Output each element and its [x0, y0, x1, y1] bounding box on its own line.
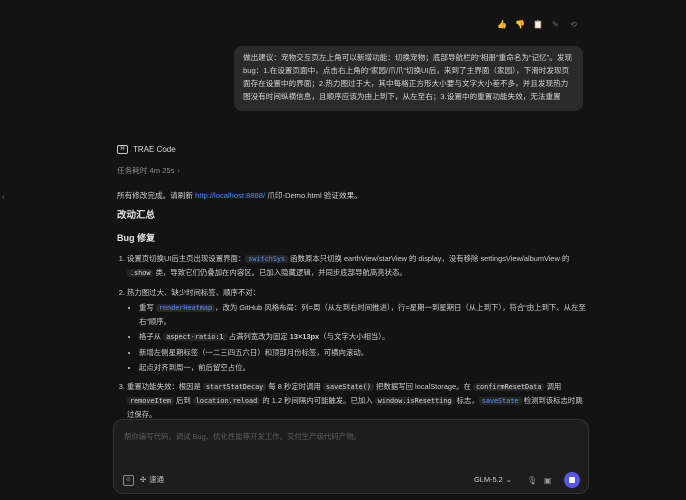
chat-composer: ⊘ ✣ 速通 GLM-5.2 ⌄ 🎙 ▣	[113, 419, 589, 494]
retry-icon[interactable]: ⟲	[569, 20, 578, 29]
item-text: 的 1.2 秒间隔内可能触发。已加入	[260, 396, 375, 406]
inline-code: .show	[127, 269, 154, 278]
speed-icon: ✣	[140, 475, 147, 484]
microphone-icon[interactable]: 🎙	[527, 475, 537, 487]
item-text: 新增左侧星期标签（一二三四五六日）和顶部月份标签，可横向滚动。	[139, 348, 369, 358]
chevron-down-icon: ⌄	[505, 475, 512, 484]
item-text: 设置页切换UI后主页出现设置界面：	[127, 254, 246, 264]
inline-code: aspect-ratio:1	[163, 333, 227, 342]
sub-list-item: 新增左侧星期标签（一二三四五六日）和顶部月份标签，可横向滚动。	[139, 346, 587, 359]
user-message-bubble: 做出建议：宠物交互页左上角可以新增功能：切换宠物；底部导航栏的“相册”重命名为“…	[234, 46, 583, 111]
inline-code: switchSys	[245, 255, 289, 264]
inline-code: location.reload	[192, 397, 261, 406]
item-text: 格子从	[139, 332, 164, 342]
inline-code: saveState()	[322, 383, 374, 392]
item-text: 重置功能失效：根因是	[127, 382, 203, 392]
sub-list-item: 重写 renderHeatmap，改为 GitHub 风格布局：列=周（从左到右…	[139, 301, 587, 328]
summary-heading: 改动汇总	[117, 209, 156, 221]
sub-list: 重写 renderHeatmap，改为 GitHub 风格布局：列=周（从左到右…	[127, 301, 587, 374]
image-icon[interactable]: ▣	[544, 475, 552, 487]
inline-code: renderHeatmap	[155, 304, 216, 313]
fix-list: 设置页切换UI后主页出现设置界面：switchSys 函数原本只切换 earth…	[117, 252, 587, 421]
item-text: 函数原本只切换 earthView/starView 的 display，没有移…	[288, 254, 570, 264]
edit-icon[interactable]: ✎	[551, 20, 560, 29]
list-item: 设置页切换UI后主页出现设置界面：switchSys 函数原本只切换 earth…	[127, 252, 587, 280]
collapse-chevron-icon[interactable]: ‹	[2, 191, 5, 203]
thumbs-up-icon[interactable]: 👍	[497, 20, 507, 29]
item-text: 调用	[544, 382, 562, 392]
agent-name: TRAE Code	[133, 145, 176, 154]
item-text: 标志，	[454, 396, 479, 406]
item-text: 每 8 秒定时调用	[266, 382, 323, 392]
item-text: 后到	[173, 396, 193, 406]
inline-code: window.isResetting	[374, 397, 455, 406]
model-selector[interactable]: GLM-5.2 ⌄	[474, 475, 512, 486]
stop-button[interactable]	[564, 472, 580, 488]
completion-prefix: 所有修改完成。请刷新	[117, 190, 196, 200]
inline-code: confirmResetData	[472, 383, 545, 392]
item-text: 重写	[139, 303, 156, 313]
inline-code: startStatDecay	[202, 383, 267, 392]
bug-fix-heading: Bug 修复	[117, 233, 155, 244]
thumbs-down-icon[interactable]: 👎	[515, 20, 525, 29]
list-item: 热力图过大、缺少时间标签、顺序不对： 重写 renderHeatmap，改为 G…	[127, 286, 587, 374]
stop-icon	[569, 477, 575, 483]
sub-list-item: 起点对齐到周一，前后留空占位。	[139, 361, 587, 374]
message-actions: 👍 👎 📋 ✎ ⟲	[497, 20, 578, 29]
item-text: 类，导致它们仍叠加在内容区。已加入隐藏逻辑，并同步底部导航高亮状态。	[153, 268, 407, 278]
copy-icon[interactable]: 📋	[533, 20, 543, 29]
task-duration-text: 任务耗时 4m 25s	[117, 165, 175, 175]
completion-suffix: 爪印-Demo.html 验证效果。	[265, 190, 362, 200]
item-text: （与文字大小相当）。	[319, 332, 390, 342]
localhost-link[interactable]: http://localhost:8888/	[195, 191, 265, 200]
sub-list-item: 格子从 aspect-ratio:1 占满列宽改为固定 13×13px（与文字大…	[139, 330, 587, 344]
agent-header: ⌘ TRAE Code	[117, 144, 587, 156]
item-text: 起点对齐到周一，前后留空占位。	[139, 363, 250, 373]
list-item: 重置功能失效：根因是 startStatDecay 每 8 秒定时调用 save…	[127, 380, 587, 421]
item-text: 热力图过大、缺少时间标签、顺序不对：	[127, 288, 261, 298]
item-text: 占满列宽改为固定	[226, 332, 290, 342]
speed-label: 速通	[149, 475, 164, 484]
chevron-right-icon: ›	[177, 165, 180, 175]
speed-mode-button[interactable]: ✣ 速通	[140, 475, 164, 486]
task-duration-toggle[interactable]: 任务耗时 4m 25s ›	[117, 165, 587, 176]
item-text: 把数据写回 localStorage。在	[373, 382, 473, 392]
assistant-message: ⌘ TRAE Code 任务耗时 4m 25s › 所有修改完成。请刷新 htt…	[117, 144, 587, 427]
bold-text: 13×13px	[289, 332, 320, 342]
prompt-input[interactable]	[122, 429, 581, 451]
model-label: GLM-5.2	[474, 475, 503, 484]
inline-code: removeItem	[127, 397, 174, 406]
user-message-text: 做出建议：宠物交互页左上角可以新增功能：切换宠物；底部导航栏的“相册”重命名为“…	[243, 53, 573, 101]
context-icon[interactable]: ⊘	[123, 475, 134, 486]
completion-message: 所有修改完成。请刷新 http://localhost:8888/ 爪印-Dem…	[117, 190, 587, 201]
inline-code: saveState	[478, 397, 522, 406]
trae-logo-icon: ⌘	[117, 145, 128, 155]
